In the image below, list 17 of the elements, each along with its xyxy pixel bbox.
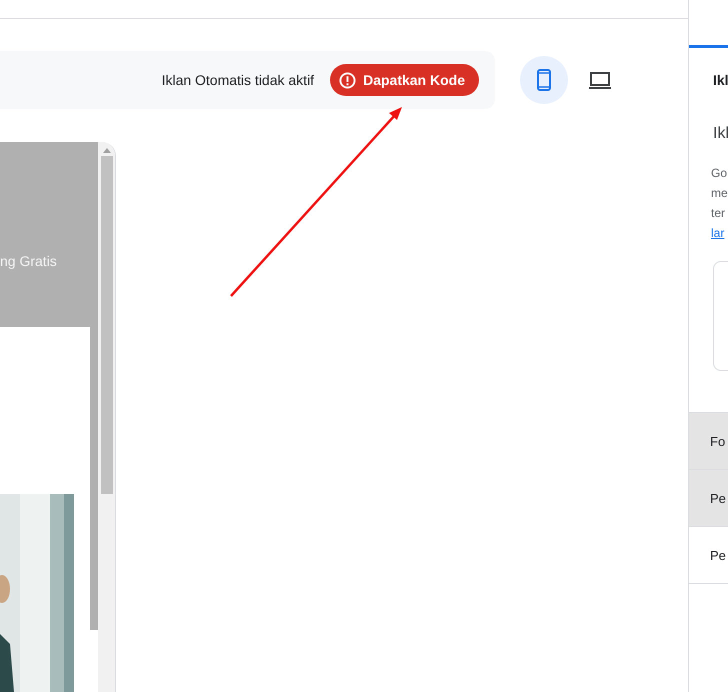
phone-view-button[interactable]	[520, 56, 568, 104]
settings-row[interactable]: Fo	[689, 413, 728, 470]
description-text: me	[711, 185, 728, 202]
panel-subheading: Ikl	[713, 125, 728, 143]
scroll-up-icon[interactable]	[102, 147, 110, 153]
description-text: ter	[711, 205, 726, 222]
laptop-icon	[588, 71, 612, 89]
panel-heading: Ikl	[713, 72, 728, 88]
get-code-button[interactable]: Dapatkan Kode	[330, 64, 479, 96]
settings-row[interactable]: Pe	[689, 470, 728, 527]
alert-icon	[339, 72, 356, 88]
learn-link[interactable]: lar	[711, 223, 728, 243]
banner-text: ng Gratis	[0, 252, 57, 268]
description-text: Go	[711, 165, 728, 182]
phone-icon	[537, 69, 551, 91]
scrollbar[interactable]	[98, 142, 115, 692]
status-text: Iklan Otomatis tidak aktif	[162, 72, 314, 88]
